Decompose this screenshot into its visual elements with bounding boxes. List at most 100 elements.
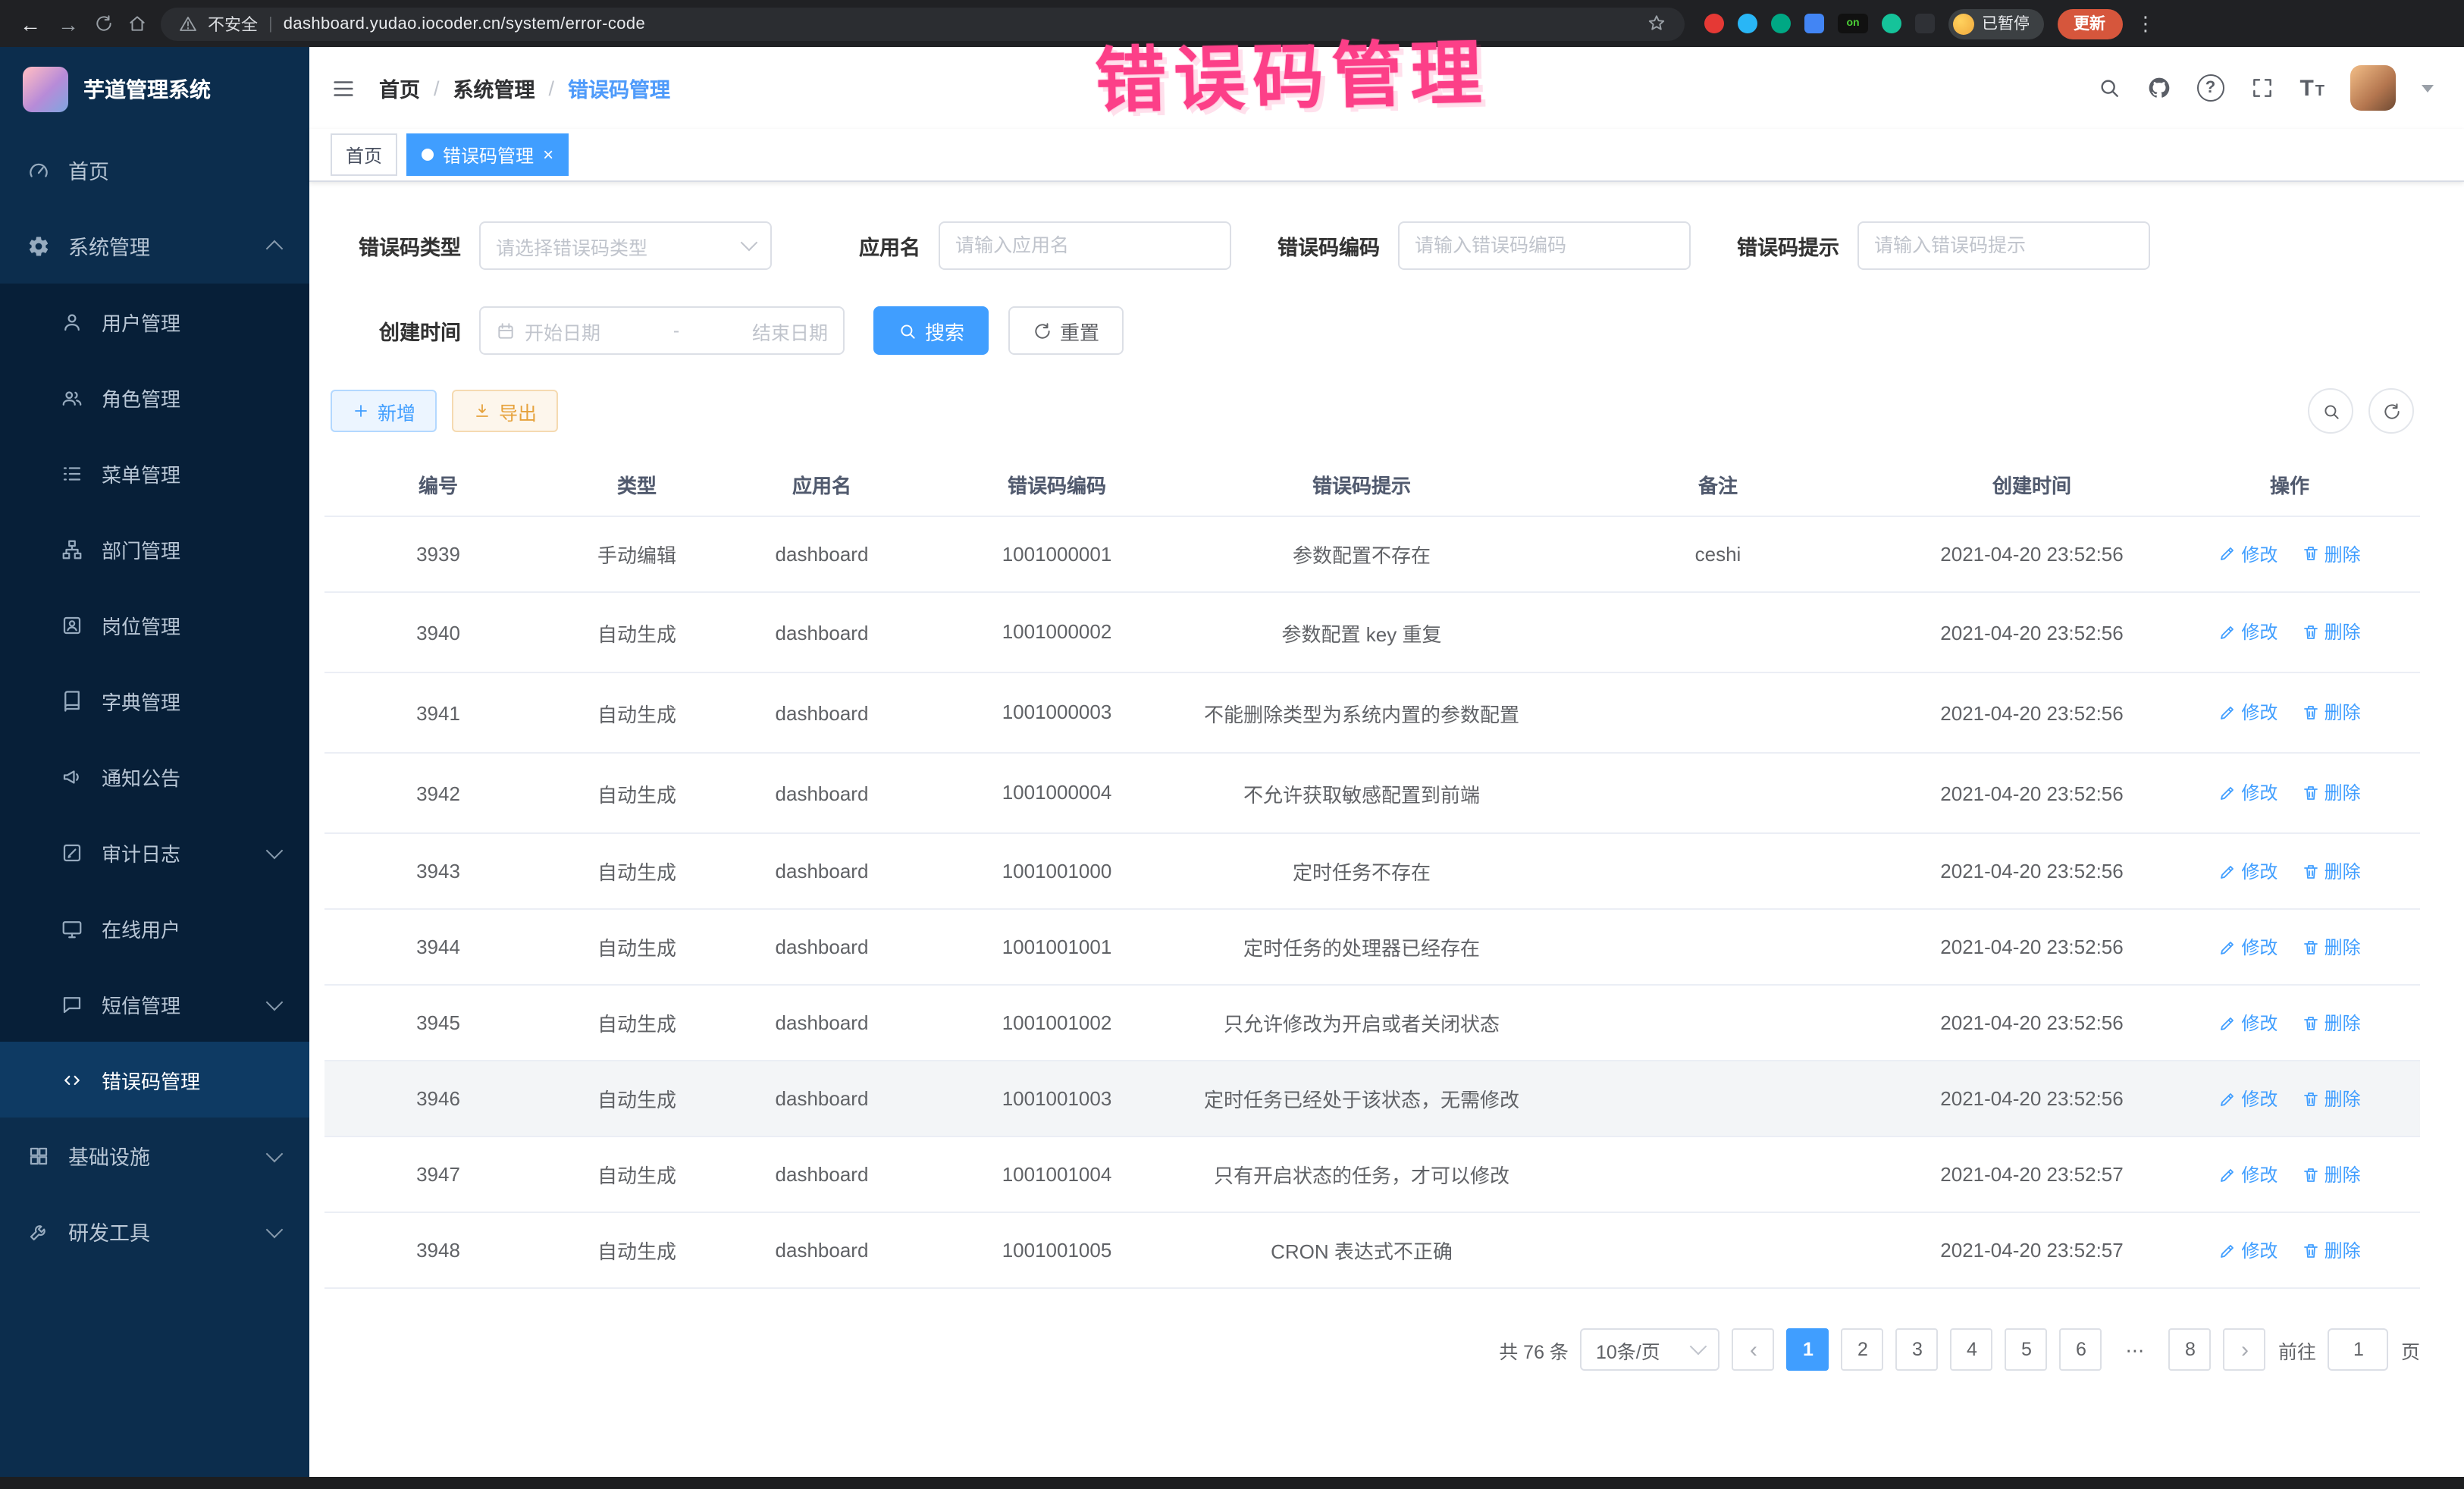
app-name-input[interactable] — [939, 221, 1231, 270]
bookmark-star-icon[interactable] — [1647, 14, 1666, 33]
extension-icon-green[interactable] — [1771, 14, 1791, 33]
tab-home[interactable]: 首页 — [331, 133, 397, 176]
edit-link[interactable]: 修改 — [2218, 1010, 2277, 1036]
edit-link[interactable]: 修改 — [2218, 1237, 2277, 1263]
sidebar-item-audit-log[interactable]: 审计日志 — [0, 814, 309, 890]
sidebar-item-online-users[interactable]: 在线用户 — [0, 890, 309, 966]
add-button-label: 新增 — [378, 397, 415, 425]
page-button[interactable]: 3 — [1896, 1329, 1939, 1371]
delete-link[interactable]: 删除 — [2302, 858, 2361, 884]
goto-page-input[interactable] — [2328, 1329, 2389, 1371]
delete-link[interactable]: 删除 — [2302, 780, 2361, 806]
sidebar-item-menus[interactable]: 菜单管理 — [0, 435, 309, 511]
font-size-icon[interactable] — [2299, 77, 2324, 99]
filter-row-2: 创建时间 开始日期 - 结束日期 搜索 重置 — [324, 306, 2420, 355]
browser-forward-icon[interactable]: → — [56, 13, 80, 34]
delete-link[interactable]: 删除 — [2302, 700, 2361, 726]
filter-row-1: 错误码类型 请选择错误码类型 应用名 错误码编码 — [324, 221, 2420, 270]
sidebar-item-positions[interactable]: 岗位管理 — [0, 587, 309, 663]
breadcrumb-home[interactable]: 首页 — [379, 73, 420, 103]
sidebar-item-dictionary[interactable]: 字典管理 — [0, 663, 309, 738]
row-id: 3939 — [416, 543, 460, 566]
error-hint-input[interactable] — [1857, 221, 2150, 270]
page-button[interactable]: 4 — [1951, 1329, 1993, 1371]
sidebar-item-system[interactable]: 系统管理 — [0, 208, 309, 284]
add-button[interactable]: 新增 — [331, 390, 437, 432]
edit-link[interactable]: 修改 — [2218, 1086, 2277, 1111]
edit-link[interactable]: 修改 — [2218, 619, 2277, 645]
page-button[interactable]: 6 — [2060, 1329, 2102, 1371]
extension-icon-leaf[interactable] — [1882, 14, 1901, 33]
delete-link[interactable]: 删除 — [2302, 1010, 2361, 1036]
search-button[interactable]: 搜索 — [873, 306, 989, 355]
user-avatar[interactable] — [2350, 65, 2396, 111]
search-icon — [898, 321, 917, 340]
github-icon[interactable] — [2146, 76, 2171, 100]
toggle-search-button[interactable] — [2308, 388, 2353, 434]
edit-link[interactable]: 修改 — [2218, 858, 2277, 884]
sidebar-item-roles[interactable]: 角色管理 — [0, 359, 309, 435]
tab-close-icon[interactable] — [543, 146, 553, 164]
sidebar-logo[interactable]: 芋道管理系统 — [0, 47, 309, 132]
browser-home-icon[interactable] — [127, 14, 147, 33]
trash-icon — [2302, 1089, 2320, 1108]
app-shell: 芋道管理系统 首页 系统管理 用户管理 角色管理 — [0, 47, 2464, 1489]
error-type-select[interactable]: 请选择错误码类型 — [479, 221, 772, 270]
extension-icon-blue-drop[interactable] — [1738, 14, 1757, 33]
address-bar[interactable]: 不安全 | dashboard.yudao.iocoder.cn/system/… — [161, 7, 1685, 40]
sidebar-collapse-icon[interactable] — [331, 75, 356, 101]
export-button[interactable]: 导出 — [452, 390, 558, 432]
row-type: 自动生成 — [597, 703, 676, 726]
delete-link[interactable]: 删除 — [2302, 934, 2361, 960]
delete-link[interactable]: 删除 — [2302, 541, 2361, 567]
edit-link[interactable]: 修改 — [2218, 934, 2277, 960]
sidebar-item-sms[interactable]: 短信管理 — [0, 966, 309, 1042]
delete-link[interactable]: 删除 — [2302, 619, 2361, 645]
plus-icon — [352, 402, 370, 420]
next-page-button[interactable] — [2224, 1329, 2266, 1371]
page-button[interactable]: 5 — [2005, 1329, 2048, 1371]
delete-link[interactable]: 删除 — [2302, 1086, 2361, 1111]
edit-link[interactable]: 修改 — [2218, 780, 2277, 806]
sidebar-item-home[interactable]: 首页 — [0, 132, 309, 208]
extension-icon-red[interactable] — [1704, 14, 1724, 33]
browser-profile-chip[interactable]: 已暂停 — [1948, 8, 2043, 39]
extension-icon-grid[interactable] — [1804, 14, 1824, 33]
browser-reload-icon[interactable] — [94, 14, 114, 33]
fullscreen-icon[interactable] — [2249, 76, 2274, 100]
tab-error-code[interactable]: 错误码管理 — [406, 133, 569, 176]
refresh-table-button[interactable] — [2368, 388, 2414, 434]
sidebar-item-dev-tools[interactable]: 研发工具 — [0, 1193, 309, 1269]
help-icon[interactable] — [2196, 74, 2224, 102]
page-button[interactable]: ⋯ — [2114, 1329, 2157, 1371]
page-size-select[interactable]: 10条/页 — [1581, 1329, 1720, 1371]
page-button[interactable]: 8 — [2169, 1329, 2212, 1371]
sidebar-item-infrastructure[interactable]: 基础设施 — [0, 1118, 309, 1193]
reset-button[interactable]: 重置 — [1008, 306, 1124, 355]
sidebar-item-users[interactable]: 用户管理 — [0, 284, 309, 359]
browser-menu-icon[interactable]: ⋮ — [2136, 11, 2155, 36]
prev-page-button[interactable] — [1732, 1329, 1775, 1371]
row-code: 1001001000 — [1002, 860, 1112, 883]
avatar-caret-icon[interactable] — [2422, 84, 2434, 92]
date-range-picker[interactable]: 开始日期 - 结束日期 — [479, 306, 845, 355]
row-type: 自动生成 — [597, 1014, 676, 1036]
extension-icon-pin[interactable] — [1915, 14, 1935, 33]
search-icon[interactable] — [2096, 76, 2121, 100]
sidebar-item-departments[interactable]: 部门管理 — [0, 511, 309, 587]
browser-update-button[interactable]: 更新 — [2057, 8, 2122, 39]
sidebar-item-notices[interactable]: 通知公告 — [0, 738, 309, 814]
delete-link[interactable]: 删除 — [2302, 1161, 2361, 1187]
delete-link[interactable]: 删除 — [2302, 1237, 2361, 1263]
edit-link[interactable]: 修改 — [2218, 700, 2277, 726]
breadcrumb-system[interactable]: 系统管理 — [453, 73, 535, 103]
edit-link[interactable]: 修改 — [2218, 1161, 2277, 1187]
page-button[interactable]: 2 — [1842, 1329, 1884, 1371]
sidebar-item-error-code[interactable]: 错误码管理 — [0, 1042, 309, 1118]
edit-link[interactable]: 修改 — [2218, 541, 2277, 567]
browser-back-icon[interactable]: ← — [18, 13, 42, 34]
extension-icon-on-badge[interactable]: on — [1838, 14, 1868, 33]
error-code-input[interactable] — [1398, 221, 1691, 270]
row-time: 2021-04-20 23:52:56 — [1940, 621, 2123, 644]
page-button[interactable]: 1 — [1787, 1329, 1829, 1371]
